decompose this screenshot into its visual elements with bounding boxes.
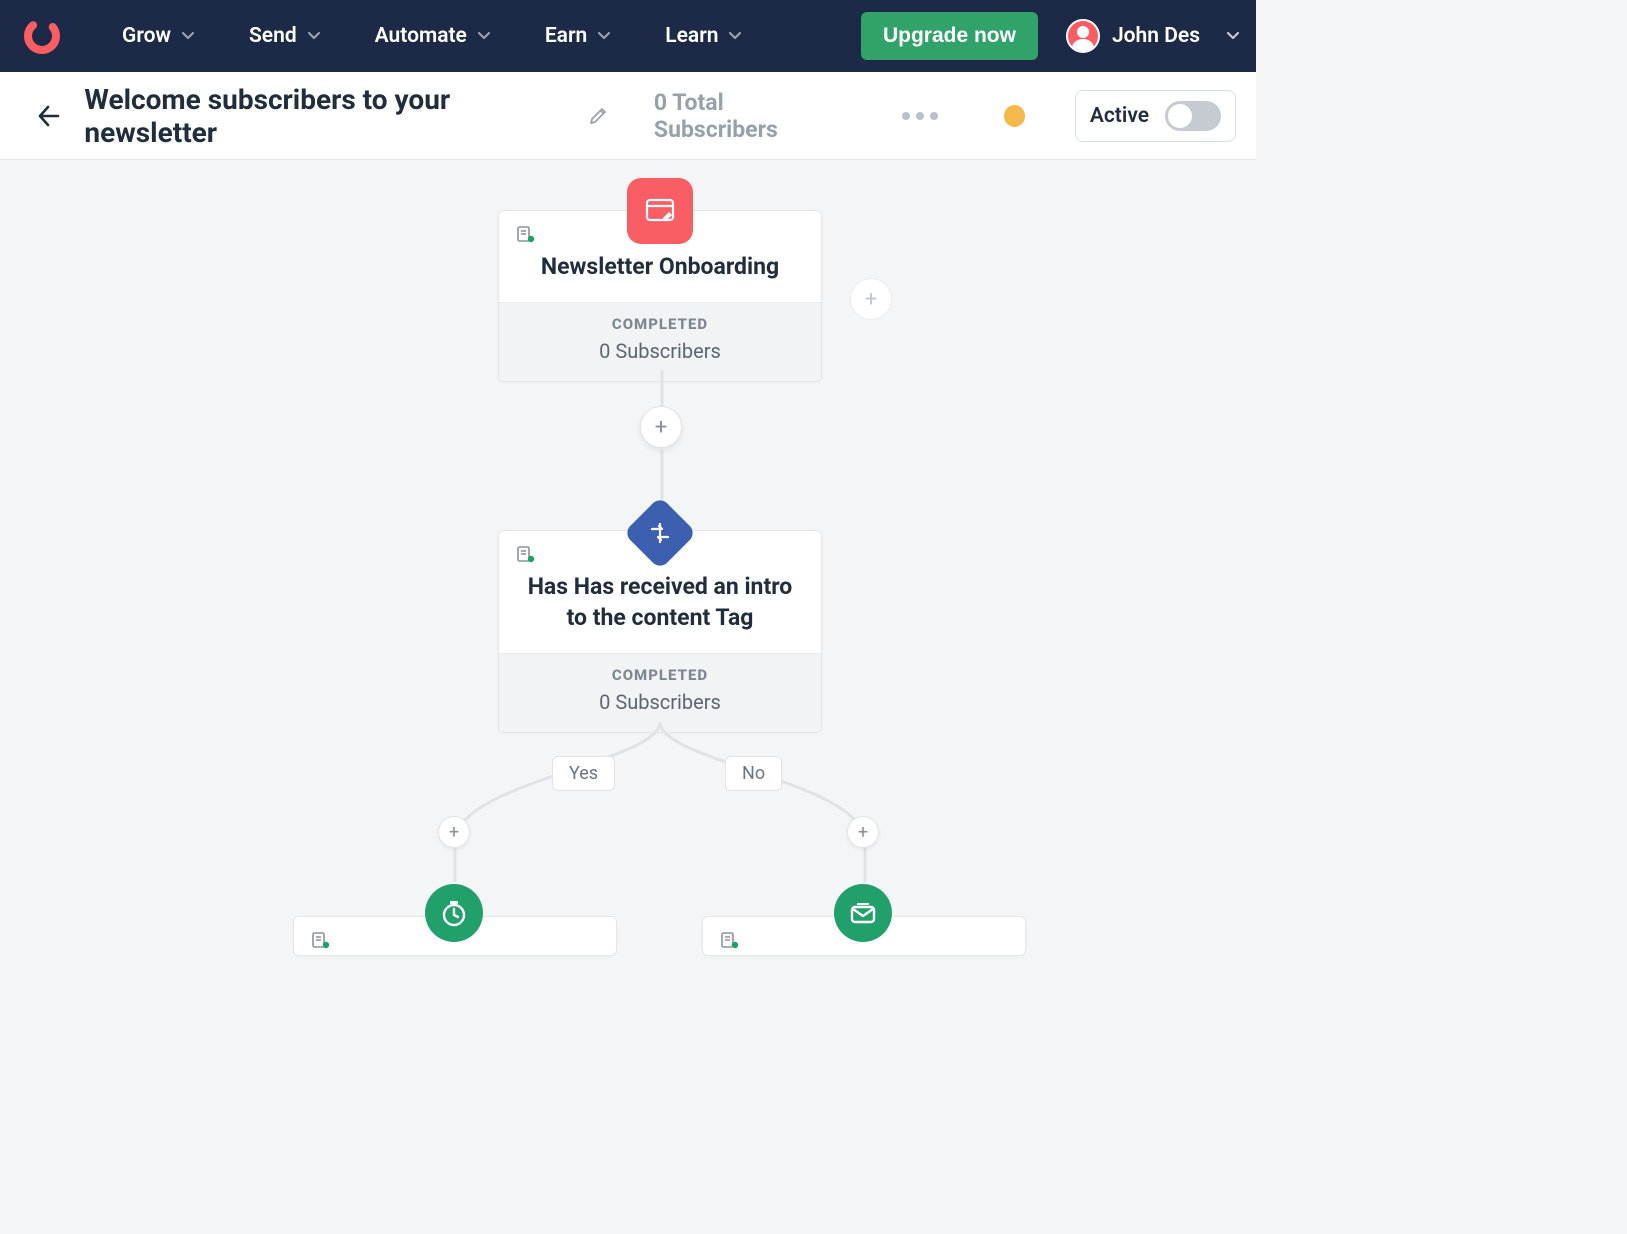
active-toggle[interactable]: Active [1075, 90, 1236, 142]
nav-label: Learn [665, 24, 718, 48]
node-status: COMPLETED [499, 666, 821, 684]
nav-item-send[interactable]: Send [249, 24, 321, 48]
node-title: Newsletter Onboarding [523, 251, 797, 282]
nav-label: Automate [375, 24, 467, 48]
chevron-down-icon [307, 29, 321, 43]
nav-item-learn[interactable]: Learn [665, 24, 742, 48]
nav-items: Grow Send Automate Earn Learn [122, 24, 742, 48]
user-menu[interactable]: John Des [1066, 19, 1240, 53]
page-title: Welcome subscribers to your newsletter [84, 83, 561, 149]
chevron-down-icon [1226, 29, 1240, 43]
node-subscribers: 0 Subscribers [499, 339, 821, 363]
automation-canvas[interactable]: Newsletter Onboarding COMPLETED 0 Subscr… [0, 160, 1256, 953]
nav-label: Send [249, 24, 297, 48]
username: John Des [1112, 24, 1200, 48]
add-step-no-button[interactable]: + [847, 816, 879, 848]
chevron-down-icon [181, 29, 195, 43]
upgrade-button[interactable]: Upgrade now [861, 12, 1038, 60]
chevron-down-icon [728, 29, 742, 43]
avatar [1066, 19, 1100, 53]
add-step-button[interactable]: + [640, 406, 682, 448]
more-menu-button[interactable] [894, 106, 946, 126]
toggle-switch[interactable] [1165, 101, 1221, 131]
brand-logo[interactable] [20, 14, 64, 58]
status-indicator [1004, 105, 1025, 127]
node-title: Has Has received an intro to the content… [523, 571, 797, 633]
chevron-down-icon [477, 29, 491, 43]
wait-icon [425, 884, 483, 942]
node-status: COMPLETED [499, 315, 821, 333]
branch-no-label: No [725, 756, 782, 791]
active-label: Active [1090, 104, 1149, 128]
node-subscribers: 0 Subscribers [499, 690, 821, 714]
chevron-down-icon [597, 29, 611, 43]
top-nav: Grow Send Automate Earn Learn [0, 0, 1256, 72]
nav-item-earn[interactable]: Earn [545, 24, 611, 48]
total-subscribers: 0 Total Subscribers [654, 89, 842, 143]
branch-yes-label: Yes [552, 756, 615, 791]
nav-item-automate[interactable]: Automate [375, 24, 491, 48]
subheader: Welcome subscribers to your newsletter 0… [0, 72, 1256, 160]
condition-icon [627, 500, 693, 566]
nav-item-grow[interactable]: Grow [122, 24, 195, 48]
add-step-yes-button[interactable]: + [438, 816, 470, 848]
edit-title-button[interactable] [587, 104, 610, 128]
add-side-step-button[interactable]: + [850, 278, 892, 320]
nav-label: Earn [545, 24, 587, 48]
back-button[interactable] [36, 102, 62, 130]
form-icon [627, 178, 693, 244]
nav-label: Grow [122, 24, 171, 48]
email-icon [834, 884, 892, 942]
